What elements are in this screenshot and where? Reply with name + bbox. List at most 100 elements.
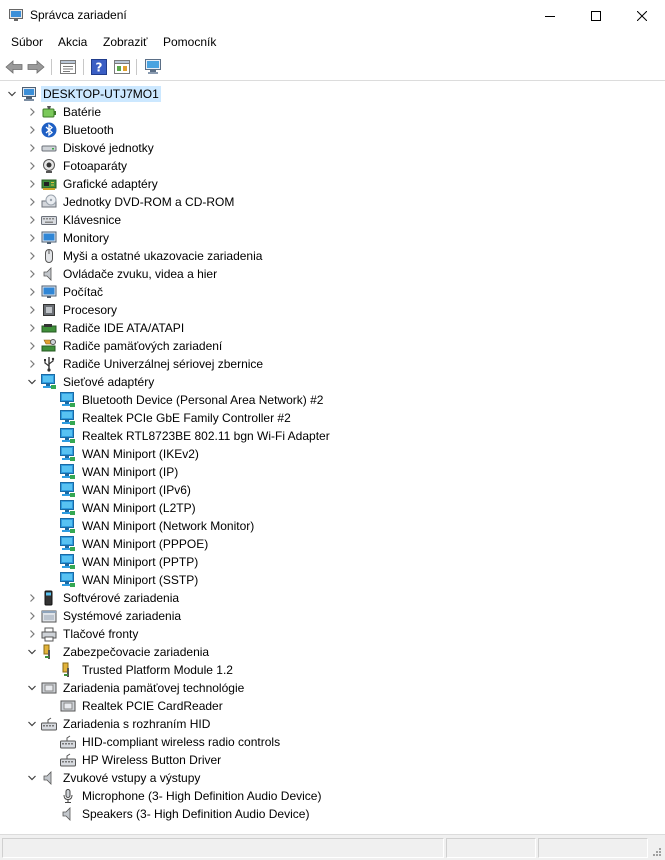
chevron-right-icon[interactable] bbox=[26, 607, 38, 625]
category-radice-univerzalnej-seriovej-zbernice[interactable]: Radiče Univerzálnej sériovej zbernice bbox=[26, 355, 265, 373]
tree-item-label: Fotoaparáty bbox=[63, 159, 128, 173]
device-item[interactable]: WAN Miniport (Network Monitor) bbox=[45, 517, 256, 535]
category-pocitac[interactable]: Počítač bbox=[26, 283, 105, 301]
properties-button[interactable] bbox=[58, 57, 78, 77]
category-monitory[interactable]: Monitory bbox=[26, 229, 111, 247]
device-item[interactable]: Realtek PCIE CardReader bbox=[45, 697, 225, 715]
category-sietove-adaptery[interactable]: Sieťové adaptéry bbox=[26, 373, 156, 391]
device-item[interactable]: Speakers (3- High Definition Audio Devic… bbox=[45, 805, 311, 823]
device-item[interactable]: Realtek RTL8723BE 802.11 bgn Wi-Fi Adapt… bbox=[45, 427, 332, 445]
chevron-right-icon[interactable] bbox=[26, 247, 38, 265]
title-bar[interactable]: Správca zariadení bbox=[0, 0, 665, 31]
category-diskove-jednotky[interactable]: Diskové jednotky bbox=[26, 139, 156, 157]
device-item[interactable]: WAN Miniport (IP) bbox=[45, 463, 180, 481]
category-zvukove-vstupy-a-vystupy[interactable]: Zvukové vstupy a výstupy bbox=[26, 769, 202, 787]
chevron-right-icon[interactable] bbox=[26, 319, 38, 337]
chevron-down-icon[interactable] bbox=[6, 85, 18, 103]
chevron-right-icon[interactable] bbox=[26, 589, 38, 607]
category-softverove-zariadenia[interactable]: Softvérové zariadenia bbox=[26, 589, 181, 607]
help-button[interactable]: ? bbox=[89, 57, 109, 77]
chevron-right-icon[interactable] bbox=[26, 265, 38, 283]
menu-action[interactable]: Akcia bbox=[58, 35, 87, 49]
status-bar bbox=[0, 834, 665, 860]
chevron-right-icon[interactable] bbox=[26, 625, 38, 643]
forward-button[interactable] bbox=[26, 57, 46, 77]
chevron-right-icon[interactable] bbox=[26, 175, 38, 193]
network-icon bbox=[60, 572, 76, 588]
minimize-icon bbox=[545, 15, 555, 17]
chevron-right-icon[interactable] bbox=[26, 211, 38, 229]
device-item[interactable]: Bluetooth Device (Personal Area Network)… bbox=[45, 391, 325, 409]
chevron-right-icon[interactable] bbox=[26, 193, 38, 211]
device-item[interactable]: Realtek PCIe GbE Family Controller #2 bbox=[45, 409, 293, 427]
chevron-down-icon[interactable] bbox=[26, 715, 38, 733]
chevron-right-icon[interactable] bbox=[26, 283, 38, 301]
chevron-right-icon[interactable] bbox=[26, 337, 38, 355]
chevron-down-icon[interactable] bbox=[26, 373, 38, 391]
category-zabezpecovacie-zariadenia[interactable]: Zabezpečovacie zariadenia bbox=[26, 643, 211, 661]
category-graficke-adaptery[interactable]: Grafické adaptéry bbox=[26, 175, 160, 193]
tree-item-label: WAN Miniport (IPv6) bbox=[82, 483, 191, 497]
category-procesory[interactable]: Procesory bbox=[26, 301, 119, 319]
chevron-right-icon[interactable] bbox=[26, 121, 38, 139]
toolbar-separator bbox=[83, 59, 84, 75]
device-item[interactable]: WAN Miniport (SSTP) bbox=[45, 571, 200, 589]
category-baterie[interactable]: Batérie bbox=[26, 103, 103, 121]
category-tlacove-fronty[interactable]: Tlačové fronty bbox=[26, 625, 140, 643]
category-klavesnice[interactable]: Klávesnice bbox=[26, 211, 123, 229]
category-mysi-a-ostatne-ukazovacie-zariadenia[interactable]: Myši a ostatné ukazovacie zariadenia bbox=[26, 247, 264, 265]
hid-icon bbox=[60, 752, 76, 768]
chevron-right-icon[interactable] bbox=[26, 103, 38, 121]
view-button[interactable] bbox=[112, 57, 132, 77]
scan-hardware-button[interactable] bbox=[143, 57, 163, 77]
tree-item-label: Bluetooth Device (Personal Area Network)… bbox=[82, 393, 324, 407]
category-fotoaparaty[interactable]: Fotoaparáty bbox=[26, 157, 129, 175]
chevron-right-icon[interactable] bbox=[26, 157, 38, 175]
tree-item-label: Grafické adaptéry bbox=[63, 177, 158, 191]
forward-arrow-icon bbox=[27, 60, 45, 74]
status-cell bbox=[538, 838, 648, 858]
menu-file[interactable]: Súbor bbox=[11, 35, 43, 49]
device-item[interactable]: WAN Miniport (IKEv2) bbox=[45, 445, 201, 463]
resize-grip-icon[interactable] bbox=[652, 847, 662, 857]
category-systemove-zariadenia[interactable]: Systémové zariadenia bbox=[26, 607, 183, 625]
maximize-icon bbox=[591, 10, 601, 21]
minimize-button[interactable] bbox=[527, 0, 573, 31]
device-item[interactable]: WAN Miniport (L2TP) bbox=[45, 499, 198, 517]
chevron-right-icon[interactable] bbox=[26, 139, 38, 157]
close-button[interactable] bbox=[619, 0, 665, 31]
category-zariadenia-pamatovej-technologie[interactable]: Zariadenia pamäťovej technológie bbox=[26, 679, 246, 697]
back-button[interactable] bbox=[4, 57, 24, 77]
category-zariadenia-s-rozhranim-hid[interactable]: Zariadenia s rozhraním HID bbox=[26, 715, 212, 733]
chevron-down-icon[interactable] bbox=[26, 769, 38, 787]
device-item[interactable]: HP Wireless Button Driver bbox=[45, 751, 223, 769]
maximize-button[interactable] bbox=[573, 0, 619, 31]
close-icon bbox=[637, 10, 647, 21]
tree-item-label: Monitory bbox=[63, 231, 110, 245]
category-radice-ide-ata-atapi[interactable]: Radiče IDE ATA/ATAPI bbox=[26, 319, 186, 337]
menu-help[interactable]: Pomocník bbox=[163, 35, 216, 49]
device-tree[interactable]: DESKTOP-UTJ7MO1 Batérie Bluetooth Diskové j… bbox=[0, 82, 665, 834]
menu-view[interactable]: Zobraziť bbox=[103, 35, 148, 49]
category-radice-pamatovych-zariadeni[interactable]: Radiče pamäťových zariadení bbox=[26, 337, 224, 355]
chevron-right-icon[interactable] bbox=[26, 229, 38, 247]
tree-item-label: Ovládače zvuku, videa a hier bbox=[63, 267, 218, 281]
chevron-down-icon[interactable] bbox=[26, 679, 38, 697]
device-item[interactable]: Microphone (3- High Definition Audio Dev… bbox=[45, 787, 323, 805]
device-item[interactable]: WAN Miniport (IPv6) bbox=[45, 481, 193, 499]
category-ovladace-zvuku-videa-a-hier[interactable]: Ovládače zvuku, videa a hier bbox=[26, 265, 219, 283]
device-item[interactable]: WAN Miniport (PPTP) bbox=[45, 553, 200, 571]
device-item[interactable]: Trusted Platform Module 1.2 bbox=[45, 661, 235, 679]
tree-item-label: Zvukové vstupy a výstupy bbox=[63, 771, 201, 785]
category-jednotky-dvd-rom-a-cd-rom[interactable]: Jednotky DVD-ROM a CD-ROM bbox=[26, 193, 236, 211]
network-icon bbox=[60, 446, 76, 462]
tree-root[interactable]: DESKTOP-UTJ7MO1 bbox=[6, 85, 161, 103]
device-item[interactable]: WAN Miniport (PPPOE) bbox=[45, 535, 210, 553]
chevron-right-icon[interactable] bbox=[26, 355, 38, 373]
chevron-right-icon[interactable] bbox=[26, 301, 38, 319]
device-item[interactable]: HID-compliant wireless radio controls bbox=[45, 733, 282, 751]
category-bluetooth[interactable]: Bluetooth bbox=[26, 121, 116, 139]
chevron-down-icon[interactable] bbox=[26, 643, 38, 661]
tree-item-label: Zariadenia s rozhraním HID bbox=[63, 717, 211, 731]
